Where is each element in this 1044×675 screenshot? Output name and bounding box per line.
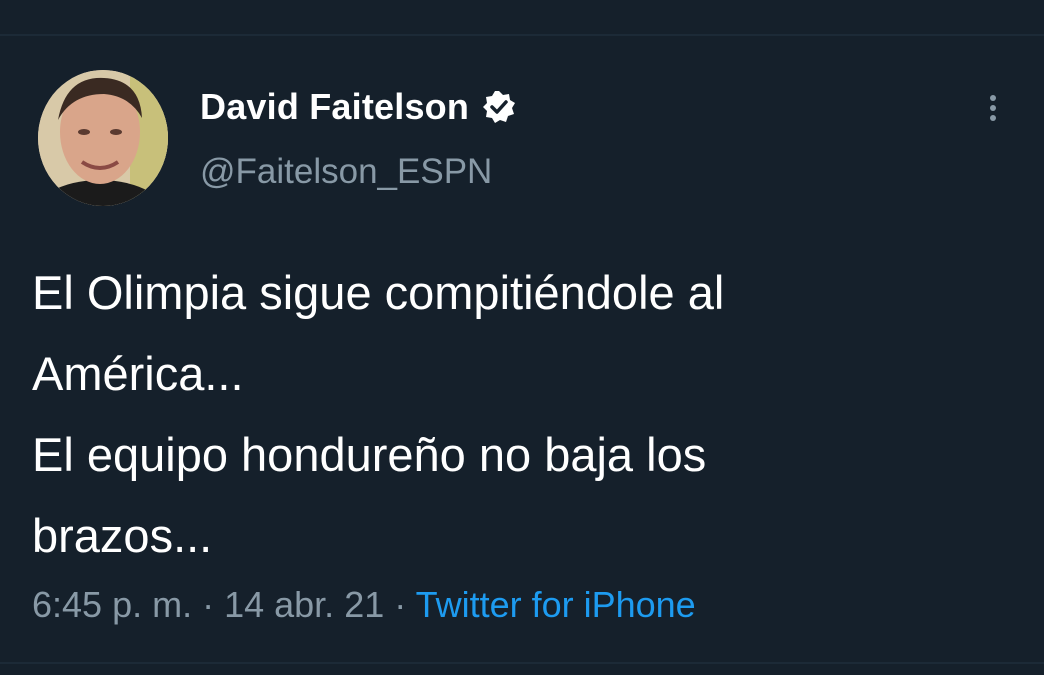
meta-separator: · [384,584,416,625]
tweet-meta: 6:45 p. m. · 14 abr. 21 · Twitter for iP… [32,584,696,626]
author-handle[interactable]: @Faitelson_ESPN [200,152,492,192]
more-options-icon[interactable] [982,92,1004,132]
meta-separator: · [192,584,225,625]
bottom-divider [0,662,1044,664]
tweet-date[interactable]: 14 abr. 21 [224,584,384,625]
author-display-name[interactable]: David Faitelson [200,86,469,128]
verified-badge-icon [481,89,517,125]
avatar[interactable] [38,70,168,206]
tweet-time[interactable]: 6:45 p. m. [32,584,192,625]
author-row: David Faitelson [200,86,517,128]
top-divider [0,34,1044,36]
avatar-image [38,70,168,206]
tweet-source-link[interactable]: Twitter for iPhone [416,584,696,625]
tweet-text: El Olimpia sigue compitiéndole al Améric… [32,266,725,562]
